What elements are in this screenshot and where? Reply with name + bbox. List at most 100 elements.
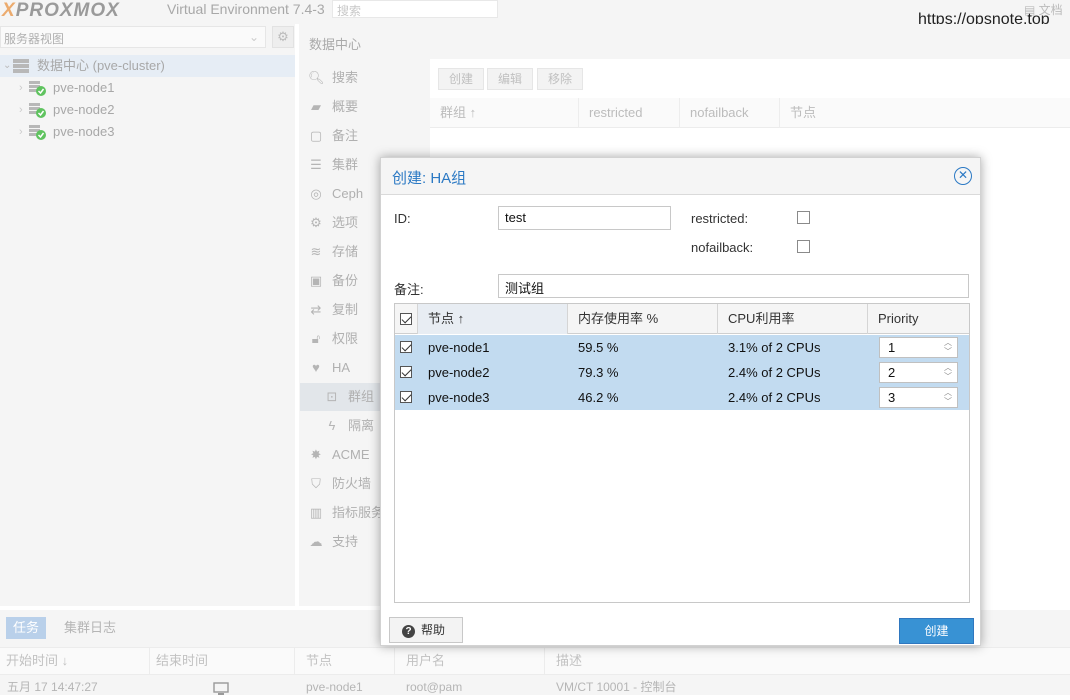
certificate-icon: ✸: [310, 447, 322, 462]
column-header-group[interactable]: 群组 ↑: [430, 98, 579, 128]
column-header-cpu[interactable]: CPU利用率: [718, 304, 868, 334]
task-node: pve-node1: [306, 680, 363, 694]
shield-icon: ⛉: [311, 476, 321, 491]
column-header-end-time[interactable]: 结束时间: [150, 647, 295, 675]
column-header-user[interactable]: 用户名: [400, 647, 545, 675]
create-ha-group-dialog: 创建: HA组 ✕ ID: test restricted: nofailbac…: [380, 157, 981, 646]
floppy-icon: ▣: [309, 273, 323, 288]
priority-stepper[interactable]: 2 ︿ ﹀: [879, 362, 958, 383]
bolt-icon: ϟ: [328, 418, 336, 433]
chevron-right-icon: ›: [19, 104, 23, 116]
task-start-time: 五月 17 14:47:27: [7, 680, 98, 694]
node-online-icon: [29, 103, 46, 118]
dialog-title: 创建: HA组: [392, 170, 467, 187]
tree-item-node[interactable]: › pve-node2: [0, 99, 295, 121]
chevron-down-icon: ⌄: [3, 60, 12, 71]
node-online-icon: [29, 81, 46, 96]
row-checkbox[interactable]: [400, 341, 412, 353]
retweet-icon: ⇄: [310, 302, 322, 317]
database-icon: ≋: [310, 244, 322, 259]
gear-icon: ⚙: [310, 215, 322, 230]
tab-cluster-log[interactable]: 集群日志: [64, 617, 116, 639]
top-bar: [0, 0, 1070, 24]
table-row[interactable]: pve-node2 79.3 % 2.4% of 2 CPUs 2 ︿ ﹀: [395, 360, 969, 385]
nofailback-label: nofailback:: [691, 240, 754, 255]
select-all-checkbox[interactable]: [400, 313, 412, 325]
chevron-up-icon[interactable]: ︿: [944, 389, 952, 397]
memory-usage: 79.3 %: [578, 365, 619, 380]
book-icon: ▰: [311, 99, 321, 114]
edit-button[interactable]: 编辑: [487, 68, 534, 90]
tree-item-datacenter[interactable]: ⌄ 数据中心 (pve-cluster): [0, 55, 295, 77]
column-header-restricted[interactable]: restricted: [579, 98, 680, 128]
comment-field[interactable]: 测试组: [498, 274, 969, 298]
gear-icon[interactable]: ⚙: [272, 26, 294, 48]
restricted-label: restricted:: [691, 211, 749, 226]
restricted-checkbox[interactable]: [797, 211, 810, 224]
column-header-node[interactable]: 节点 ↑: [418, 304, 568, 334]
comments-icon: ☁: [309, 534, 323, 549]
cpu-usage: 3.1% of 2 CPUs: [728, 340, 821, 355]
monitor-icon: [213, 682, 229, 695]
heartbeat-icon: ♥: [312, 360, 320, 375]
tab-tasks[interactable]: 任务: [6, 617, 47, 639]
task-user: root@pam: [406, 680, 463, 694]
dialog-header: 创建: HA组 ✕: [381, 158, 980, 195]
nofailback-checkbox[interactable]: [797, 240, 810, 253]
chevron-down-icon[interactable]: ﹀: [944, 348, 952, 356]
chevron-up-icon[interactable]: ︿: [944, 364, 952, 372]
nav-item-notes[interactable]: ▢ 备注: [300, 122, 430, 150]
nav-item-search[interactable]: 🔍︎ 搜索: [300, 64, 430, 92]
help-button[interactable]: ? 帮助: [389, 617, 463, 643]
chevron-up-icon[interactable]: ︿: [944, 339, 952, 347]
chevron-down-icon[interactable]: ﹀: [944, 398, 952, 406]
id-field[interactable]: test: [498, 206, 671, 230]
proxmox-logo: XPROXMOX: [2, 0, 120, 21]
search-icon: 🔍︎: [308, 70, 325, 85]
row-checkbox[interactable]: [400, 391, 412, 403]
column-header-nodes[interactable]: 节点: [780, 98, 1070, 128]
create-button[interactable]: 创建: [899, 618, 974, 644]
nav-item-summary[interactable]: ▰ 概要: [300, 93, 430, 121]
node-name: pve-node3: [428, 390, 490, 405]
create-button[interactable]: 创建: [438, 68, 485, 90]
tree-item-node[interactable]: › pve-node3: [0, 121, 295, 143]
bar-chart-icon: ▥: [309, 505, 323, 520]
priority-stepper[interactable]: 3 ︿ ﹀: [879, 387, 958, 408]
column-header-nofailback[interactable]: nofailback: [680, 98, 780, 128]
memory-usage: 59.5 %: [578, 340, 619, 355]
breadcrumb: 数据中心: [309, 37, 362, 52]
node-name: pve-node1: [428, 340, 490, 355]
memory-usage: 46.2 %: [578, 390, 619, 405]
row-checkbox[interactable]: [400, 366, 412, 378]
resource-tree-panel: 服务器视图 ⌄ ⚙ ⌄ 数据中心 (pve-cluster) › pve-nod…: [0, 24, 295, 606]
column-header-description[interactable]: 描述: [550, 647, 1070, 675]
tree-item-node[interactable]: › pve-node1: [0, 77, 295, 99]
chevron-down-icon[interactable]: ﹀: [944, 373, 952, 381]
search-input[interactable]: 搜索: [332, 0, 498, 18]
chevron-down-icon: ⌄: [248, 30, 259, 44]
table-row[interactable]: pve-node1 59.5 % 3.1% of 2 CPUs 1 ︿ ﹀: [395, 335, 969, 360]
chevron-right-icon: ›: [19, 126, 23, 138]
node-online-icon: [29, 125, 46, 140]
node-name: pve-node2: [428, 365, 490, 380]
column-header-priority[interactable]: Priority: [868, 304, 969, 334]
remove-button[interactable]: 移除: [537, 68, 584, 90]
question-circle-icon: ?: [402, 625, 415, 638]
ceph-icon: ◎: [310, 186, 322, 201]
view-select[interactable]: 服务器视图 ⌄: [0, 26, 266, 48]
id-label: ID:: [394, 211, 411, 226]
column-header-memory[interactable]: 内存使用率 %: [568, 304, 718, 334]
object-group-icon: ⊡: [326, 389, 338, 404]
unlock-icon: 🔓︎: [311, 331, 321, 346]
priority-stepper[interactable]: 1 ︿ ﹀: [879, 337, 958, 358]
column-header-start-time[interactable]: 开始时间 ↓: [0, 647, 150, 675]
column-header-node[interactable]: 节点: [300, 647, 395, 675]
close-icon[interactable]: ✕: [954, 167, 972, 185]
chevron-right-icon: ›: [19, 82, 23, 94]
task-description: VM/CT 10001 - 控制台: [556, 680, 677, 694]
server-icon: [13, 59, 29, 73]
select-all-column[interactable]: [395, 304, 418, 334]
table-row[interactable]: pve-node3 46.2 % 2.4% of 2 CPUs 3 ︿ ﹀: [395, 385, 969, 410]
product-title: Virtual Environment 7.4-3: [167, 1, 325, 17]
